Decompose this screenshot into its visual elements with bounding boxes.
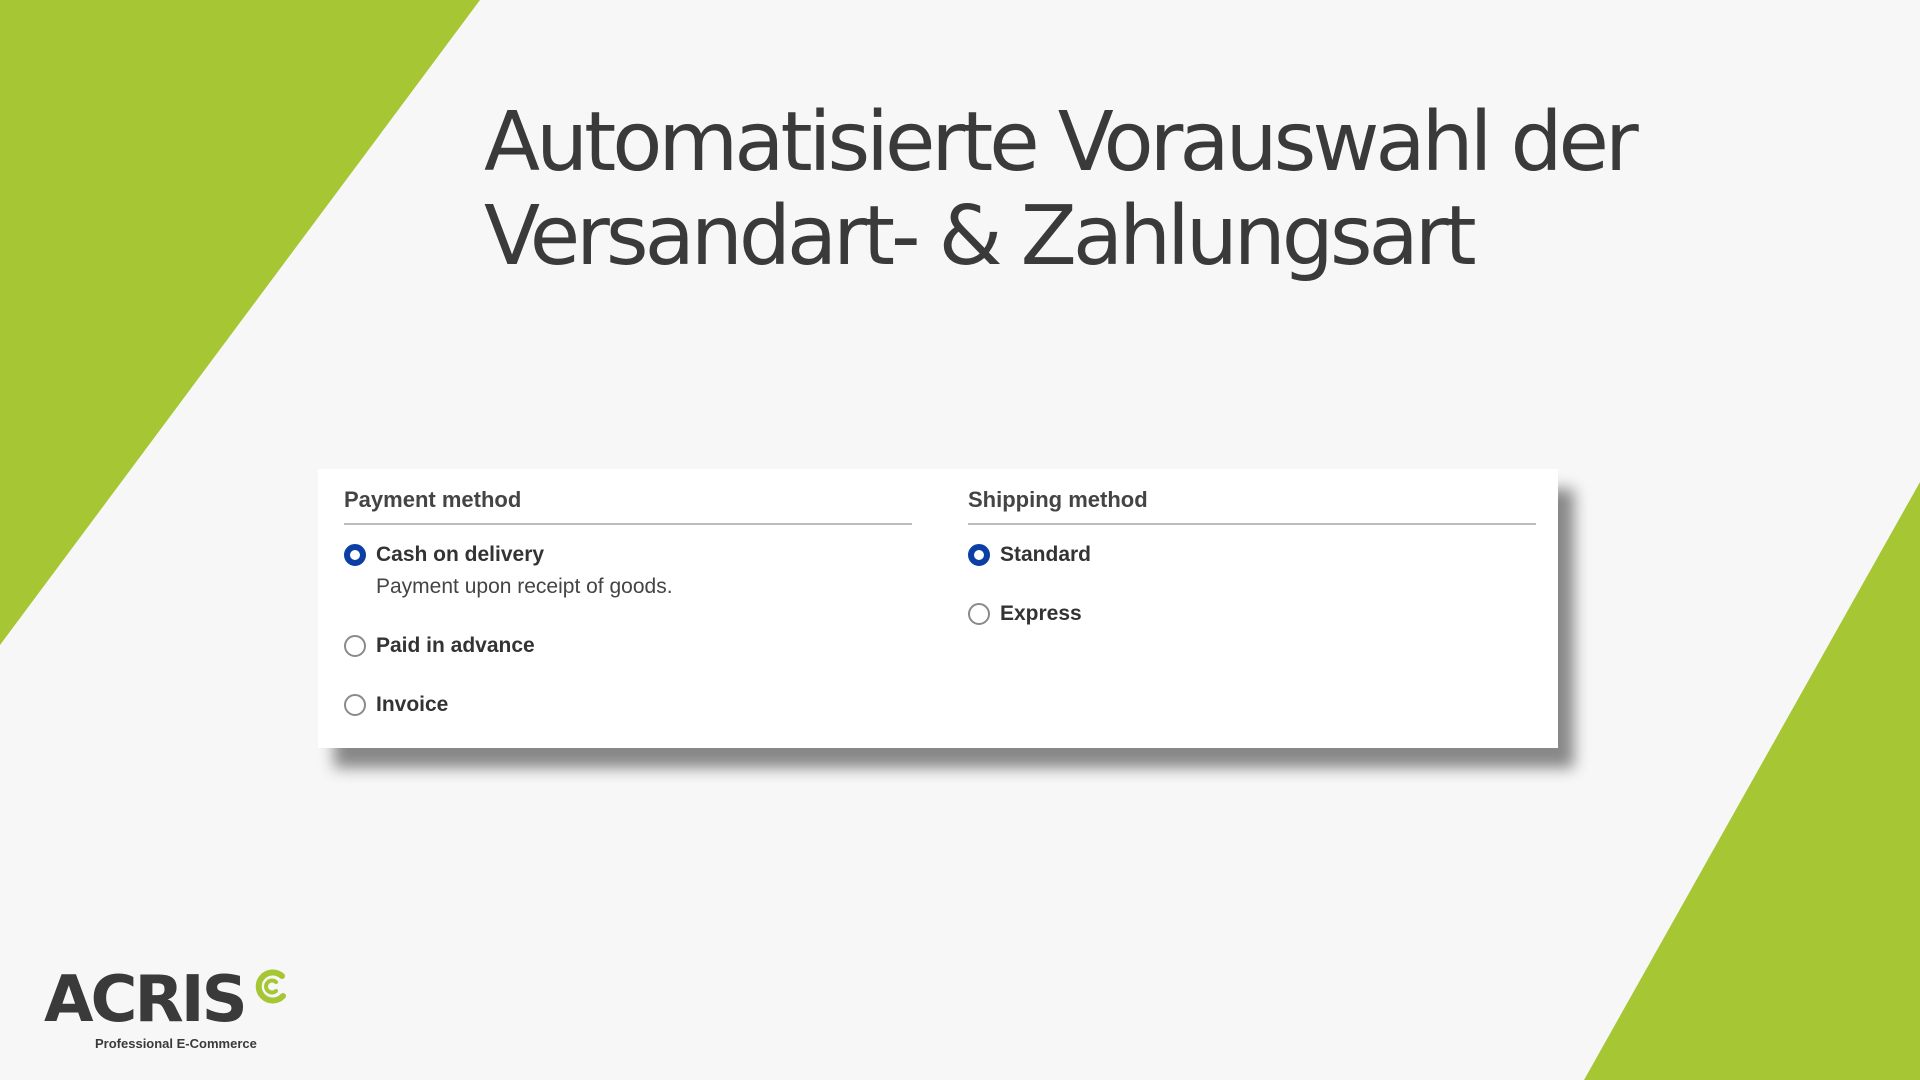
payment-method-section: Payment method Cash on delivery Payment …	[344, 469, 912, 716]
headline-line-1: Automatisierte Vorauswahl der	[484, 95, 1639, 190]
headline-line-2: Versandart- & Zahlungsart	[484, 189, 1477, 284]
logo-tagline: Professional E-Commerce	[95, 1036, 257, 1051]
logo-wordmark: ACRIS	[44, 963, 248, 1037]
green-triangle-right	[1584, 482, 1920, 1080]
shipping-option-label: Standard	[1000, 543, 1092, 566]
radio-icon[interactable]	[968, 603, 990, 625]
payment-method-title: Payment method	[344, 469, 912, 525]
payment-option-label: Paid in advance	[376, 634, 535, 657]
radio-icon[interactable]	[344, 544, 366, 566]
radio-icon[interactable]	[344, 694, 366, 716]
radio-icon[interactable]	[968, 544, 990, 566]
payment-option-paid-in-advance[interactable]: Paid in advance	[344, 634, 535, 658]
payment-option-description: Payment upon receipt of goods.	[376, 575, 673, 598]
shipping-method-section: Shipping method Standard Express	[968, 469, 1536, 625]
acris-c-mark-icon	[255, 969, 286, 1004]
payment-option-invoice[interactable]: Invoice	[344, 693, 448, 717]
radio-icon[interactable]	[344, 635, 366, 657]
payment-option-label: Cash on delivery	[376, 543, 545, 566]
shipping-method-title: Shipping method	[968, 469, 1536, 525]
acris-logo: ACRIS Professional E-Commerce	[44, 966, 304, 1056]
page-headline: Automatisierte Vorauswahl der Versandart…	[484, 95, 1639, 284]
payment-option-label: Invoice	[376, 693, 449, 716]
shipping-option-standard[interactable]: Standard	[968, 543, 1091, 567]
shipping-option-label: Express	[1000, 602, 1082, 625]
shipping-option-express[interactable]: Express	[968, 602, 1082, 626]
checkout-methods-card: Payment method Cash on delivery Payment …	[318, 469, 1558, 748]
payment-option-cash-on-delivery[interactable]: Cash on delivery	[344, 543, 544, 567]
